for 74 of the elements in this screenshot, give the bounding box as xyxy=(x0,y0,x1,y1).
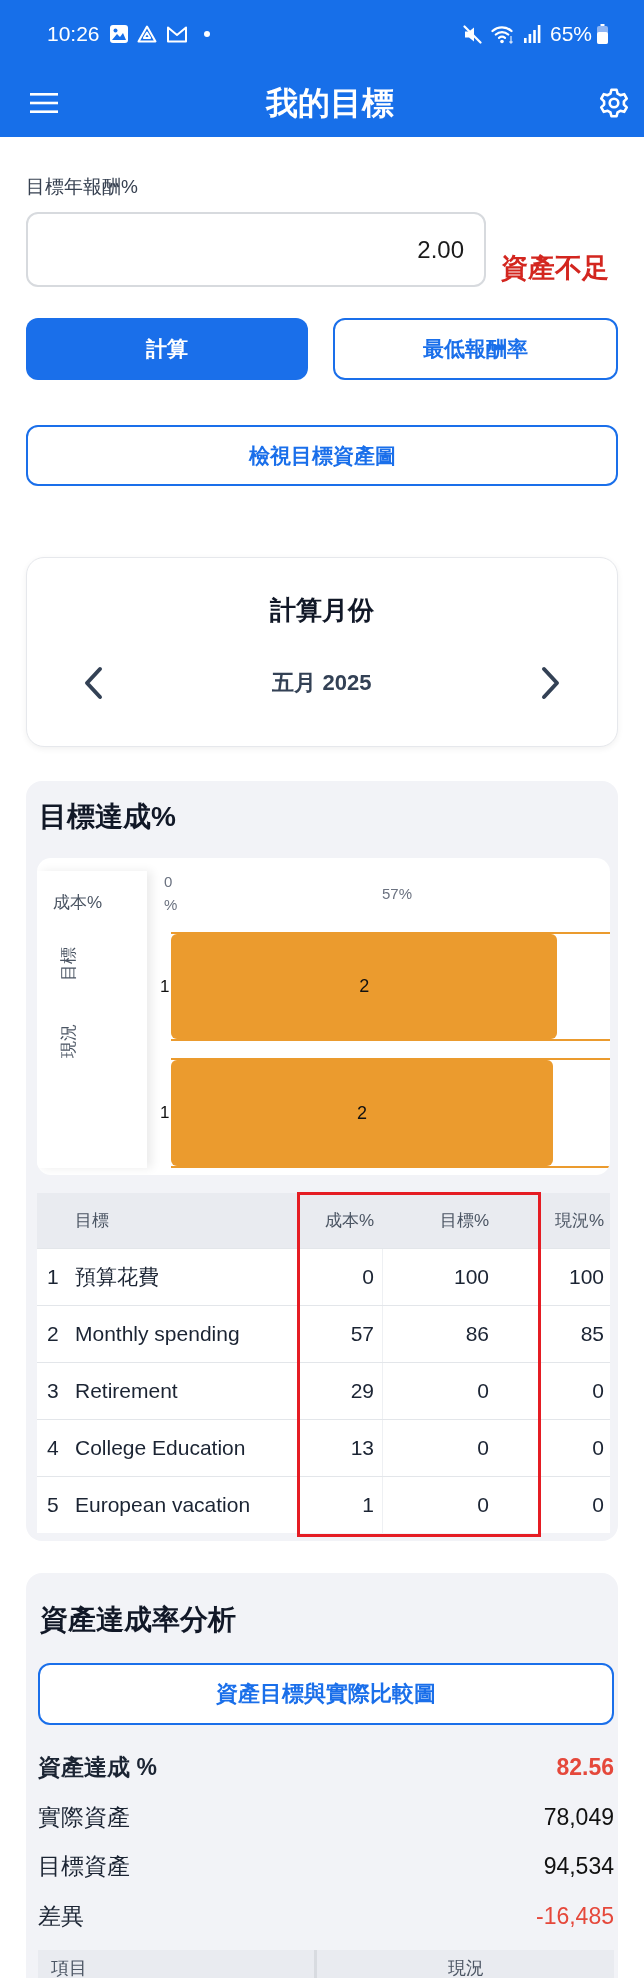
table-cell: Monthly spending xyxy=(75,1322,240,1346)
column-header: 現況 xyxy=(447,1957,484,1978)
table-cell: 57 xyxy=(350,1322,374,1346)
row-number: 3 xyxy=(47,1379,59,1403)
action-button[interactable]: 最低報酬率 xyxy=(332,318,618,380)
compare-chart-button[interactable]: 資產目標與實際比較圖 xyxy=(38,1663,614,1725)
battery-percent: 65% xyxy=(549,22,592,46)
table-cell: 86 xyxy=(465,1322,489,1346)
notification-dot-icon xyxy=(203,31,210,37)
bar-start-label: 1 xyxy=(160,1103,171,1123)
metric-value: 82.56 xyxy=(556,1754,614,1782)
row-number: 5 xyxy=(47,1493,59,1517)
metric-value: 94,534 xyxy=(543,1853,614,1881)
row-number: 4 xyxy=(47,1436,59,1460)
view-chart-button[interactable]: 檢視目標資產圖 xyxy=(26,425,618,486)
wifi-icon xyxy=(490,24,515,44)
metric-label: 資產達成 % xyxy=(38,1753,157,1783)
table-cell: 85 xyxy=(580,1322,604,1346)
triangle-icon xyxy=(136,25,157,43)
table-cell-text: 預算花費 xyxy=(75,1264,159,1290)
settings-icon[interactable] xyxy=(598,86,630,119)
table-cell: 0 xyxy=(592,1493,604,1517)
table-cell: 0 xyxy=(477,1493,489,1517)
row-label: 目標 xyxy=(58,947,79,981)
month-label: 五月 2025 xyxy=(272,669,372,697)
table-cell: 13 xyxy=(350,1436,374,1460)
column-header: 現況% xyxy=(554,1210,604,1232)
page-title: 我的目標 xyxy=(266,83,394,123)
chevron-right-icon[interactable] xyxy=(541,666,561,700)
table-cell: 29 xyxy=(350,1379,374,1403)
mail-icon xyxy=(165,25,188,43)
mute-icon xyxy=(462,24,482,44)
table-cell: 100 xyxy=(453,1265,489,1289)
menu-icon[interactable] xyxy=(30,92,58,113)
table-cell: 0 xyxy=(362,1265,374,1289)
metric-label: 實際資產 xyxy=(38,1802,130,1832)
return-input[interactable]: 2.00 xyxy=(26,212,486,287)
table-cell: Retirement xyxy=(75,1379,178,1403)
table-cell: College Education xyxy=(75,1436,246,1460)
metric-label: 差異 xyxy=(38,1901,84,1931)
axis-label: 0% xyxy=(164,872,178,915)
chart-header: 成本% xyxy=(52,892,103,914)
table-cell: 0 xyxy=(592,1436,604,1460)
status-time: 10:26 xyxy=(47,22,100,46)
card-title: 計算月份 xyxy=(269,594,375,627)
column-header: 成本% xyxy=(324,1210,374,1232)
column-header: 目標 xyxy=(75,1210,109,1232)
battery-icon xyxy=(597,24,608,44)
metric-label: 目標資產 xyxy=(38,1852,130,1882)
table-cell: 0 xyxy=(592,1379,604,1403)
bar-label: 2 xyxy=(359,976,370,997)
table-cell: 0 xyxy=(477,1379,489,1403)
metric-value: 78,049 xyxy=(543,1803,614,1831)
row-number: 1 xyxy=(47,1265,59,1289)
row-number: 2 xyxy=(47,1322,59,1346)
axis-label: 57% xyxy=(382,884,413,904)
bar-label: 2 xyxy=(356,1102,367,1124)
table-cell: 100 xyxy=(568,1265,604,1289)
image-icon xyxy=(109,25,128,43)
table-cell: 1 xyxy=(362,1493,374,1517)
bar-start-label: 1 xyxy=(160,976,171,997)
table-cell: 0 xyxy=(477,1436,489,1460)
table-cell: European vacation xyxy=(75,1493,251,1517)
chevron-left-icon[interactable] xyxy=(83,666,103,700)
field-label: 目標年報酬% xyxy=(26,175,139,199)
signal-icon xyxy=(523,25,541,43)
warning-text: 資產不足 xyxy=(501,252,609,284)
action-button[interactable]: 計算 xyxy=(26,318,308,380)
section-title: 資產達成率分析 xyxy=(39,1603,237,1637)
metric-value: -16,485 xyxy=(536,1902,614,1930)
column-header: 項目 xyxy=(38,1950,317,1978)
section-title: 目標達成% xyxy=(38,800,177,834)
row-label: 現況 xyxy=(58,1024,79,1058)
column-header: 目標% xyxy=(439,1210,489,1232)
